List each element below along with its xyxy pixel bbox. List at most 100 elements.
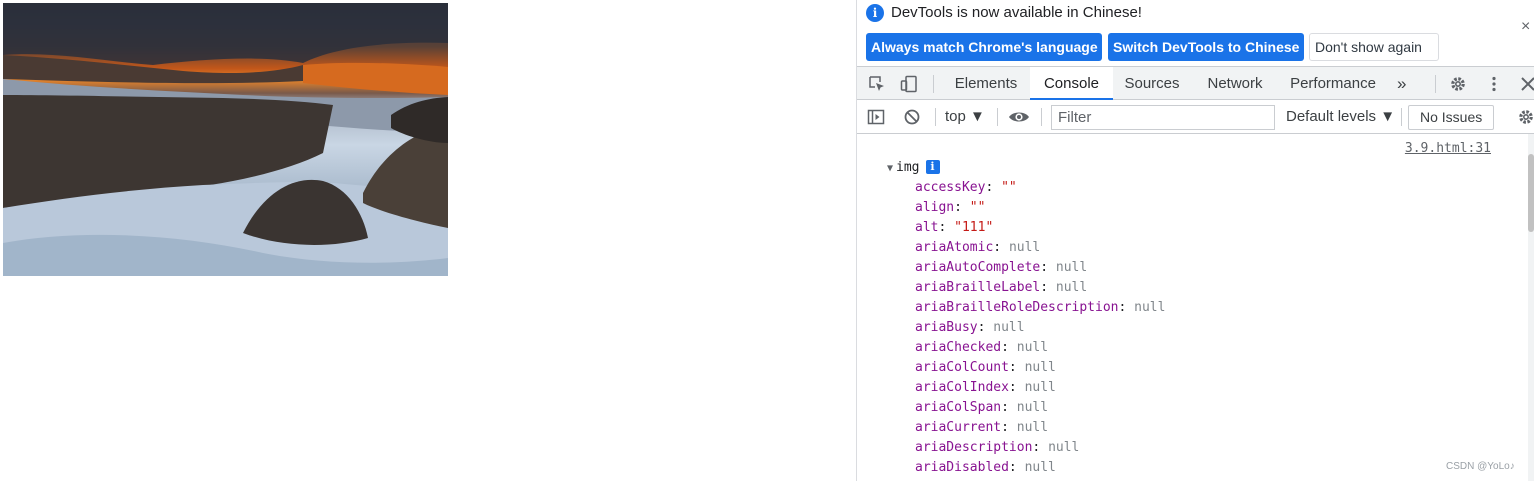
- console-output: 3.9.html:31 ▼ img i accessKey: "" align: ""…: [857, 134, 1529, 481]
- context-selector[interactable]: top ▼: [945, 108, 985, 125]
- property-row[interactable]: ariaAtomic: null: [915, 238, 1165, 258]
- property-value: null: [1055, 280, 1088, 295]
- issues-button[interactable]: No Issues: [1408, 105, 1495, 130]
- tab-sources[interactable]: Sources: [1115, 67, 1189, 100]
- property-row[interactable]: ariaCurrent: null: [915, 418, 1165, 438]
- property-colon: :: [977, 320, 994, 335]
- property-colon: :: [1001, 340, 1017, 355]
- object-label: img: [896, 160, 920, 175]
- property-key: ariaAutoComplete: [915, 260, 1041, 275]
- always-match-language-button[interactable]: Always match Chrome's language: [866, 33, 1102, 61]
- property-colon: :: [1008, 360, 1025, 375]
- tab-elements[interactable]: Elements: [943, 67, 1029, 100]
- devtools-panel: i DevTools is now available in Chinese! …: [856, 0, 1534, 481]
- settings-gear-icon[interactable]: [1449, 75, 1467, 93]
- property-value: null: [993, 320, 1025, 335]
- property-key: ariaCurrent: [915, 420, 1002, 435]
- property-row[interactable]: ariaBrailleRoleDescription: null: [915, 298, 1165, 318]
- source-location-link[interactable]: 3.9.html:31: [1405, 141, 1491, 156]
- property-key: accessKey: [915, 180, 986, 195]
- property-key: ariaColCount: [915, 360, 1009, 375]
- close-devtools-icon[interactable]: [1519, 75, 1534, 93]
- property-colon: :: [1040, 280, 1056, 295]
- scrollbar-thumb[interactable]: [1528, 154, 1534, 232]
- property-row[interactable]: ariaDisabled: null: [915, 458, 1165, 478]
- property-value: null: [1134, 300, 1166, 315]
- show-sidebar-icon[interactable]: [867, 108, 885, 126]
- property-value: "": [1001, 180, 1017, 195]
- property-value: null: [1016, 400, 1049, 415]
- more-tabs-chevron-icon[interactable]: »: [1397, 67, 1413, 100]
- tab-performance[interactable]: Performance: [1282, 67, 1384, 100]
- toolbar-divider: [933, 75, 934, 93]
- property-key: ariaColSpan: [915, 400, 1002, 415]
- console-toolbar: top ▼ Filter Default levels ▼ No Issues: [857, 100, 1534, 134]
- property-value: "111": [954, 220, 994, 235]
- property-key: ariaChecked: [915, 340, 1002, 355]
- property-key: ariaBusy: [915, 320, 978, 335]
- property-value: "": [969, 200, 986, 215]
- property-colon: :: [938, 220, 955, 235]
- property-colon: :: [1008, 460, 1025, 475]
- property-row[interactable]: accessKey: "": [915, 178, 1165, 198]
- toolbar-divider: [1435, 75, 1436, 93]
- property-colon: :: [1001, 400, 1017, 415]
- property-key: ariaDescription: [915, 440, 1033, 455]
- property-key: ariaDisabled: [915, 460, 1009, 475]
- property-row[interactable]: alt: "111": [915, 218, 1165, 238]
- property-key: ariaColIndex: [915, 380, 1009, 395]
- console-filter-input[interactable]: Filter: [1051, 105, 1275, 130]
- toolbar-divider: [997, 108, 998, 126]
- property-colon: :: [1040, 260, 1056, 275]
- property-row[interactable]: ariaAutoComplete: null: [915, 258, 1165, 278]
- property-row[interactable]: ariaColSpan: null: [915, 398, 1165, 418]
- property-value: null: [1008, 240, 1041, 255]
- property-key: alt: [915, 220, 939, 235]
- property-value: null: [1024, 460, 1056, 475]
- property-row[interactable]: ariaBrailleLabel: null: [915, 278, 1165, 298]
- watermark: CSDN @YoLo♪: [1446, 461, 1515, 472]
- property-value: null: [1048, 440, 1080, 455]
- info-icon: i: [866, 4, 884, 22]
- property-key: ariaBrailleRoleDescription: [915, 300, 1119, 315]
- toolbar-divider: [935, 108, 936, 126]
- property-value: null: [1024, 380, 1056, 395]
- object-info-icon[interactable]: i: [925, 160, 940, 174]
- more-options-kebab-icon[interactable]: [1485, 75, 1503, 93]
- language-infobar: i DevTools is now available in Chinese! …: [857, 0, 1534, 66]
- clear-console-icon[interactable]: [903, 108, 921, 126]
- expand-triangle-icon[interactable]: ▼: [887, 163, 893, 174]
- device-toolbar-icon[interactable]: [900, 75, 918, 93]
- property-row[interactable]: ariaDescription: null: [915, 438, 1165, 458]
- property-key: ariaBrailleLabel: [915, 280, 1041, 295]
- property-colon: :: [954, 200, 970, 215]
- property-row[interactable]: ariaBusy: null: [915, 318, 1165, 338]
- property-key: align: [915, 200, 955, 215]
- console-scrollbar[interactable]: [1528, 134, 1534, 481]
- property-value: null: [1016, 340, 1049, 355]
- property-colon: :: [985, 180, 1002, 195]
- property-row[interactable]: ariaColCount: null: [915, 358, 1165, 378]
- console-settings-gear-icon[interactable]: [1517, 108, 1534, 126]
- property-colon: :: [1008, 380, 1025, 395]
- infobar-close-icon[interactable]: ×: [1521, 18, 1534, 36]
- switch-to-chinese-button[interactable]: Switch DevTools to Chinese: [1108, 33, 1304, 61]
- seascape-image: [3, 3, 448, 276]
- tab-network[interactable]: Network: [1195, 67, 1275, 100]
- property-colon: :: [1001, 420, 1017, 435]
- property-value: null: [1016, 420, 1049, 435]
- toolbar-divider: [1041, 108, 1042, 126]
- property-value: null: [1055, 260, 1088, 275]
- property-row[interactable]: ariaColIndex: null: [915, 378, 1165, 398]
- dont-show-again-button[interactable]: Don't show again: [1309, 33, 1439, 61]
- object-header[interactable]: ▼ img i: [887, 160, 940, 175]
- live-expression-eye-icon[interactable]: [1008, 108, 1030, 126]
- log-levels-dropdown[interactable]: Default levels ▼: [1286, 108, 1395, 125]
- inspect-element-icon[interactable]: [868, 75, 886, 93]
- property-row[interactable]: align: "": [915, 198, 1165, 218]
- property-row[interactable]: ariaChecked: null: [915, 338, 1165, 358]
- object-property-list: accessKey: "" align: "" alt: "111" ariaAtom…: [915, 178, 1165, 478]
- tab-console[interactable]: Console: [1030, 67, 1113, 100]
- toolbar-divider: [1401, 108, 1402, 126]
- property-value: null: [1024, 360, 1056, 375]
